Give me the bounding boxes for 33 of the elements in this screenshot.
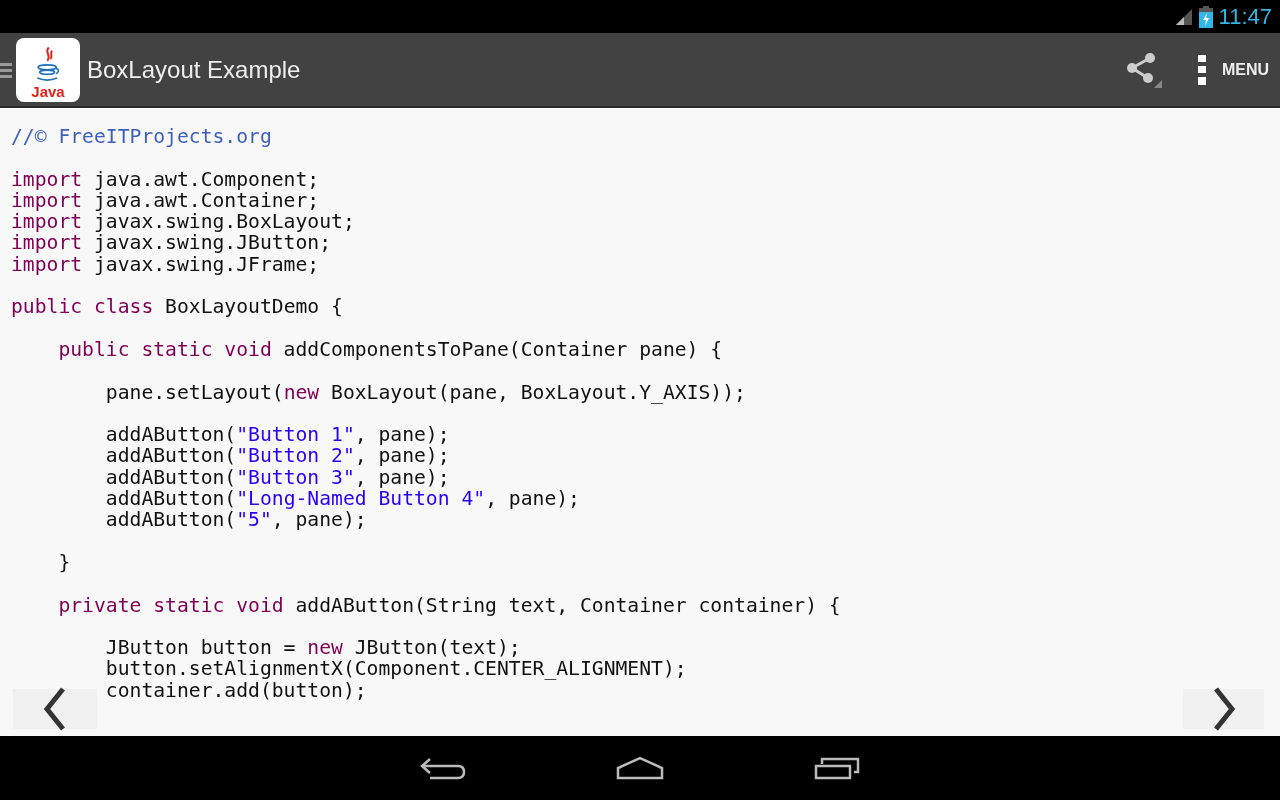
code-line: addAButton("5", pane);	[104, 508, 367, 532]
code-line: private static void addAButton(String text, Container container) {	[57, 593, 841, 617]
chevron-left-icon	[43, 687, 67, 731]
recent-apps-icon[interactable]	[814, 756, 860, 780]
code-line: addAButton("Button 1", pane);	[104, 423, 450, 447]
code-line: public static void addComponentsToPane(Container pane) {	[57, 337, 723, 361]
previous-page-button[interactable]	[13, 689, 97, 729]
code-line: JButton button = new JButton(text);	[104, 636, 521, 660]
code-line: pane.setLayout(new BoxLayout(pane, BoxLayout.Y_AXIS));	[104, 380, 746, 404]
clock-time: 11:47	[1218, 5, 1272, 28]
code-line: import java.awt.Component;	[11, 167, 320, 191]
code-line: //© FreeITProjects.org	[11, 125, 272, 148]
overflow-menu-button[interactable]: MENU	[1197, 54, 1280, 85]
code-line: addAButton("Button 2", pane);	[104, 444, 450, 468]
code-line: button.setAlignmentX(Component.CENTER_ALIGNMENT);	[104, 657, 687, 681]
home-icon[interactable]	[616, 756, 664, 780]
app-title: BoxLayout Example	[87, 54, 301, 85]
chevron-right-icon	[1211, 687, 1236, 731]
app-icon[interactable]: Java	[16, 37, 80, 102]
code-line: addAButton("Long-Named Button 4", pane);	[104, 487, 580, 511]
back-icon[interactable]	[420, 755, 466, 781]
code-line: import javax.swing.JFrame;	[11, 252, 320, 276]
next-page-button[interactable]	[1183, 689, 1264, 729]
logo-text: Java	[31, 83, 65, 100]
more-vertical-icon	[1197, 54, 1206, 85]
code-line: }	[57, 550, 71, 574]
signal-icon	[1174, 7, 1193, 26]
code-line: import javax.swing.BoxLayout;	[11, 210, 355, 234]
code-line: container.add(button);	[104, 678, 367, 702]
code-line: import javax.swing.JButton;	[11, 231, 332, 255]
code-line: addAButton("Button 3", pane);	[104, 465, 450, 489]
code-line: public class BoxLayoutDemo {	[11, 295, 343, 319]
battery-charging-icon	[1198, 5, 1213, 28]
